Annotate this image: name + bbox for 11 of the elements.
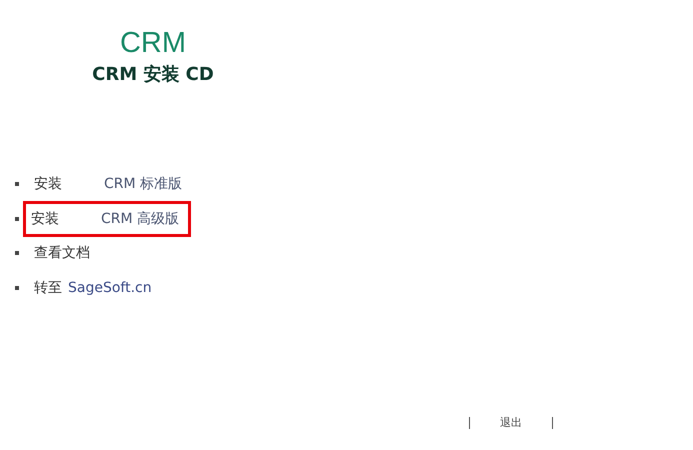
menu-link[interactable]: 安装 CRM 高级版 — [23, 200, 192, 237]
logo-text: CRM — [120, 26, 186, 60]
app-title: CRM 安装 CD — [92, 63, 214, 86]
bullet-icon — [15, 286, 19, 290]
bullet-icon — [15, 182, 19, 186]
exit-link[interactable]: 退出 — [500, 415, 522, 430]
menu-link[interactable]: 安装 CRM 标准版 — [29, 166, 194, 202]
menu-link[interactable]: 查看文档 — [29, 235, 102, 272]
bullet-icon — [15, 216, 19, 221]
menu-link[interactable]: 转至 SageSoft.cn — [29, 270, 164, 306]
bullet-icon — [15, 251, 19, 256]
